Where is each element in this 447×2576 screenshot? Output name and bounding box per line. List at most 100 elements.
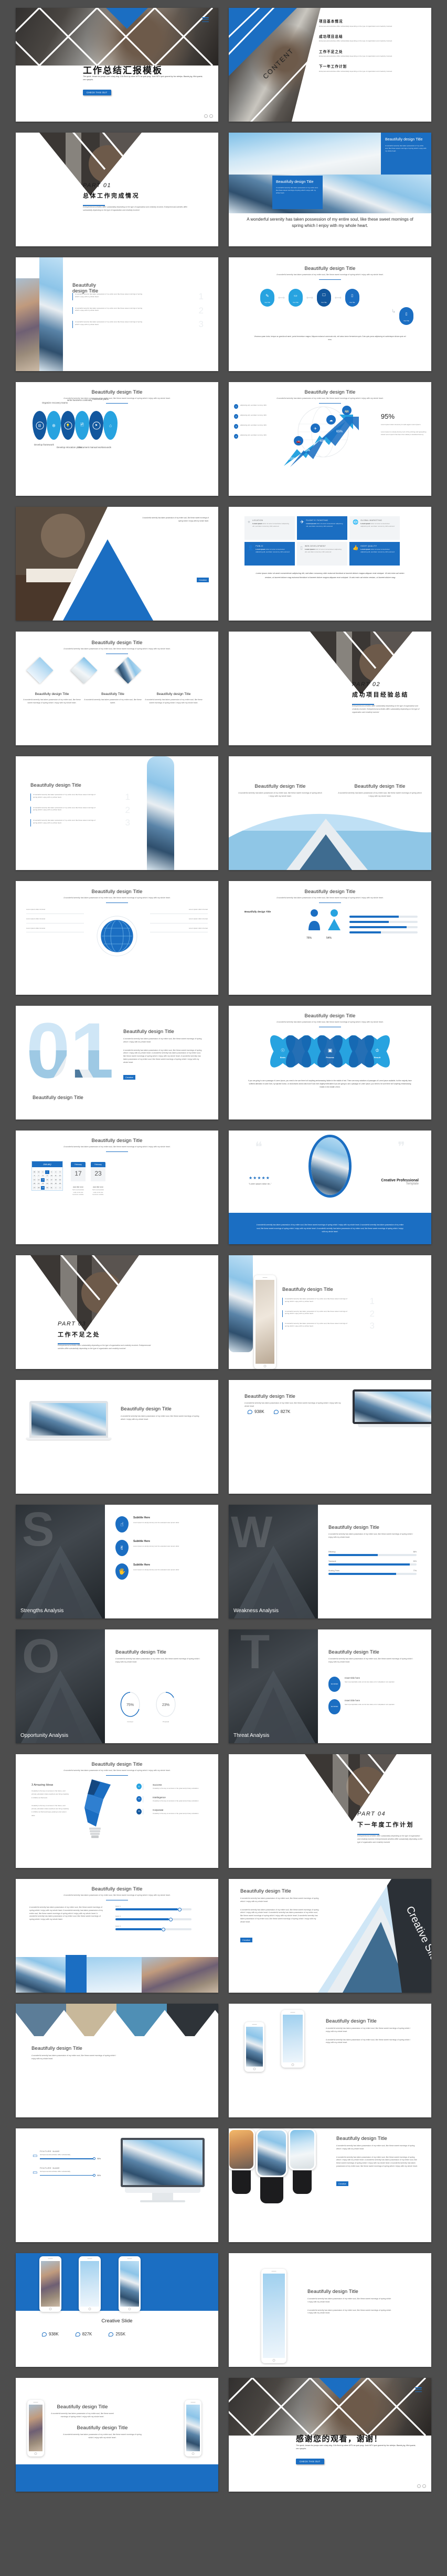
- stat-item[interactable]: 827K: [273, 1409, 290, 1414]
- teardrop[interactable]: ⊛: [47, 411, 61, 440]
- flow-node[interactable]: ▯ Your Title: [345, 289, 359, 307]
- bullet-row[interactable]: 1 adipiscing elit, sed diam nonnmy nibh.: [234, 404, 272, 409]
- stat-item[interactable]: 255K: [109, 2332, 125, 2336]
- date-card[interactable]: February 23 Add title here Sed ut perspi…: [91, 1162, 105, 1197]
- diamond-card[interactable]: Beautifully design Title A wonderful ser…: [23, 692, 81, 705]
- idea-step[interactable]: 03 Corporate Creativity is the key to su…: [136, 1808, 205, 1815]
- hamburger-icon[interactable]: [202, 17, 209, 23]
- bullet-item[interactable]: Lorem ipsum dolor sit amet: [150, 918, 208, 923]
- bullet-item[interactable]: Lorem ipsum dolor sit amet: [150, 927, 208, 933]
- calendar-table[interactable]: 30 31 1 2 3 4 5 6 7 8 9 10 11 12 13 14 15 16 17 18 19 20 21…: [31, 1170, 63, 1190]
- toc-item[interactable]: 工作不足之处 Entrepreneurial activities differ…: [319, 49, 424, 58]
- creative-button[interactable]: Creative: [336, 2181, 348, 2186]
- slide-image-cards[interactable]: Beautifully design Title A wonderful ser…: [229, 133, 431, 246]
- slide-single-phone-text[interactable]: Beautifully design Title A wonderful ser…: [229, 2253, 431, 2367]
- list-item[interactable]: A wonderful serenity has taken possessio…: [282, 1321, 375, 1330]
- slide-part-04[interactable]: PART 04 下一年度工作计划 Entrepreneurial activit…: [229, 1754, 431, 1868]
- donut-chart[interactable]: 75% Concept: [120, 1691, 141, 1723]
- list-item[interactable]: A wonderful serenity has taken possessio…: [30, 818, 130, 827]
- stat-item[interactable]: 938K: [248, 1409, 264, 1414]
- creative-button[interactable]: Creative: [197, 578, 209, 582]
- next-arrow-icon[interactable]: →: [209, 114, 213, 118]
- list-item[interactable]: A wonderful serenity has taken possessio…: [282, 1297, 375, 1306]
- slide-three-diamonds[interactable]: Beautifully design Title A wonderful ser…: [16, 632, 218, 745]
- cover-cta-button[interactable]: CHECK THIS OUT: [83, 89, 111, 96]
- slide-growth-95[interactable]: Beautifully design Title A wonderful ser…: [229, 382, 431, 496]
- donut-chart[interactable]: 23% Proposal: [155, 1691, 176, 1723]
- thank-you-cta-button[interactable]: CHECK THIS OUT: [296, 2458, 324, 2465]
- flow-node[interactable]: ▭ Your Title: [288, 289, 303, 307]
- teardrop[interactable]: ▤: [33, 411, 47, 440]
- slide-swot-opportunity[interactable]: O Opportunity Analysis Beautifully desig…: [16, 1629, 218, 1743]
- slide-smartwatch[interactable]: Beautifully design Title A wonderful ser…: [229, 2128, 431, 2242]
- threat-item[interactable]: KEYWORD Insert title here Sed ut perspic…: [328, 1699, 417, 1714]
- slide-creative-diagonal[interactable]: Creative Slide Beautifully design Title …: [229, 1879, 431, 1993]
- slide-testimonial[interactable]: ❝ ❞ ★★★★★ "Lorem ipsum dolor sit,," Crea…: [229, 1131, 431, 1244]
- feature-row[interactable]: FEATURE NAME ▭ Entrepreneurial activitie…: [33, 2150, 101, 2160]
- flow-node[interactable]: ✎ Your Title: [260, 289, 274, 307]
- progress-row[interactable]: Working Times 77%: [328, 1570, 417, 1575]
- slide-swot-weakness[interactable]: W Weakness Analysis Beautifully design T…: [229, 1505, 431, 1618]
- progress-row[interactable]: Efficiency 56%: [328, 1551, 417, 1556]
- slide-numbered-list-photo[interactable]: Beautifully design Title A wonderful ser…: [16, 257, 218, 371]
- flow-node[interactable]: 🖵 Your Title: [316, 289, 331, 307]
- teardrop[interactable]: 💡: [61, 411, 75, 440]
- slide-teardrop-infographic[interactable]: Beautifully design Title A wonderful ser…: [16, 382, 218, 496]
- slide-two-phones-band[interactable]: Beautifully design Title A wonderful ser…: [16, 2378, 218, 2492]
- bullet-row[interactable]: 3 adipiscing elit, sed diam nonnmy nibh.: [234, 424, 272, 429]
- slider-handle[interactable]: [92, 2157, 95, 2160]
- list-item[interactable]: A wonderful serenity has taken possessio…: [282, 1309, 375, 1318]
- column[interactable]: Beautifully design Title A wonderful ser…: [338, 784, 422, 798]
- slide-feature-tiles[interactable]: ⌖ LOCATION Lorem ipsum dolor sit amet co…: [229, 507, 431, 621]
- list-item[interactable]: A wonderful serenity has taken possessio…: [72, 320, 204, 329]
- slider-handle[interactable]: [162, 1927, 166, 1931]
- nav-arrows[interactable]: ← →: [417, 2484, 426, 2488]
- slide-numbered-right-photo[interactable]: Beautifully design Title A wonderful ser…: [16, 756, 218, 870]
- list-item[interactable]: A wonderful serenity has taken possessio…: [30, 792, 130, 801]
- teardrop[interactable]: 🖻: [75, 411, 89, 440]
- creative-button[interactable]: Creative: [123, 1075, 135, 1080]
- slide-process-flow[interactable]: Beautifully design Title A wonderful ser…: [229, 257, 431, 371]
- feature-tile[interactable]: 🌐 GLOBAL MARKETING Lorem ipsum dolor sit…: [349, 516, 400, 540]
- slide-part-01[interactable]: PART 01 总体工作完成情况 Entrepreneurial activit…: [16, 133, 218, 246]
- slide-imac-stats[interactable]: Beautifully design Title A wonderful ser…: [229, 1380, 431, 1494]
- slide-part-02[interactable]: PART 02 成功项目经验总结 Entrepreneurial activit…: [229, 632, 431, 745]
- slide-cover[interactable]: 工作总结汇报模板 The quick, brown fox jumps over…: [16, 8, 218, 122]
- creative-button[interactable]: Creative: [240, 1938, 252, 1943]
- bullet-row[interactable]: 4 adipiscing elit, sed diam nonnmy nibh.: [234, 434, 272, 439]
- slider-handle[interactable]: [168, 1917, 173, 1921]
- teardrop[interactable]: ⚑: [89, 411, 103, 440]
- toc-item[interactable]: 下一年工作计划 Entrepreneurial activities diffe…: [319, 63, 424, 72]
- slide-calendar[interactable]: Beautifully design Title A wonderful ser…: [16, 1131, 218, 1244]
- flow-node[interactable]: ▯ Your Title: [399, 307, 413, 325]
- idea-step[interactable]: 02 Intelingence Creativity is the key to…: [136, 1796, 205, 1802]
- slider-row[interactable]: Factor 3: [115, 1925, 191, 1931]
- bullet-item[interactable]: Lorem ipsum dolor sit amet: [26, 908, 84, 914]
- feature-tile[interactable]: 👍 HIGHT QUALITY Lorem ipsum dolor sit am…: [349, 542, 400, 566]
- feature-tile[interactable]: 👤 PUBLIC Lorem ipsum dolor sit amet cons…: [244, 542, 295, 566]
- diamond-card[interactable]: Beautifully Title A wonderful serenity h…: [84, 692, 142, 705]
- slide-content-toc[interactable]: CONTENT 项目基本情况 Entrepreneurial activitie…: [229, 8, 431, 122]
- feature-tile[interactable]: ⌖ LOCATION Lorem ipsum dolor sit amet co…: [244, 516, 295, 540]
- slide-phone-trio[interactable]: Beautifully design Title A wonderful ser…: [229, 2004, 431, 2117]
- slide-swot-threat[interactable]: T Threat Analysis Beautifully design Tit…: [229, 1629, 431, 1743]
- slider-handle[interactable]: [177, 1907, 182, 1911]
- text-block[interactable]: Beautifully design Title A wonderful ser…: [48, 2404, 116, 2419]
- slide-globe-bullets[interactable]: Beautifully design Title A wonderful ser…: [16, 881, 218, 995]
- toc-item[interactable]: 成功项目总结 Entrepreneurial activities differ…: [319, 34, 424, 42]
- list-item[interactable]: A wonderful serenity has taken possessio…: [72, 306, 204, 314]
- bullet-item[interactable]: Lorem ipsum dolor sit amet: [26, 918, 84, 923]
- list-item[interactable]: A wonderful serenity has taken possessio…: [30, 806, 130, 814]
- slide-phone-mockup-list[interactable]: Beautifully design Title A wonderful ser…: [229, 1255, 431, 1369]
- slide-two-column-curve[interactable]: Beautifully design Title A wonderful ser…: [229, 756, 431, 870]
- slide-part-03[interactable]: PART 03 工作不足之处 Entrepreneurial activitie…: [16, 1255, 218, 1369]
- text-block[interactable]: Beautifully design Title A wonderful ser…: [63, 2425, 142, 2440]
- date-card[interactable]: February 17 Add title here Sed ut perspi…: [71, 1162, 86, 1197]
- slide-dna-chain[interactable]: Beautifully design Title A wonderful ser…: [229, 1006, 431, 1119]
- slider-handle[interactable]: [92, 2173, 95, 2177]
- teardrop[interactable]: ⌂: [103, 411, 118, 440]
- progress-row[interactable]: Teamwork 92%: [328, 1560, 417, 1566]
- bullet-row[interactable]: 2 adipiscing elit, sed diam nonnmy nibh.: [234, 414, 272, 419]
- feature-tile[interactable]: ✈ FLIGHT E-TICKETING Lorem ipsum dolor s…: [297, 516, 347, 540]
- bullet-item[interactable]: Lorem ipsum dolor sit amet: [150, 908, 208, 914]
